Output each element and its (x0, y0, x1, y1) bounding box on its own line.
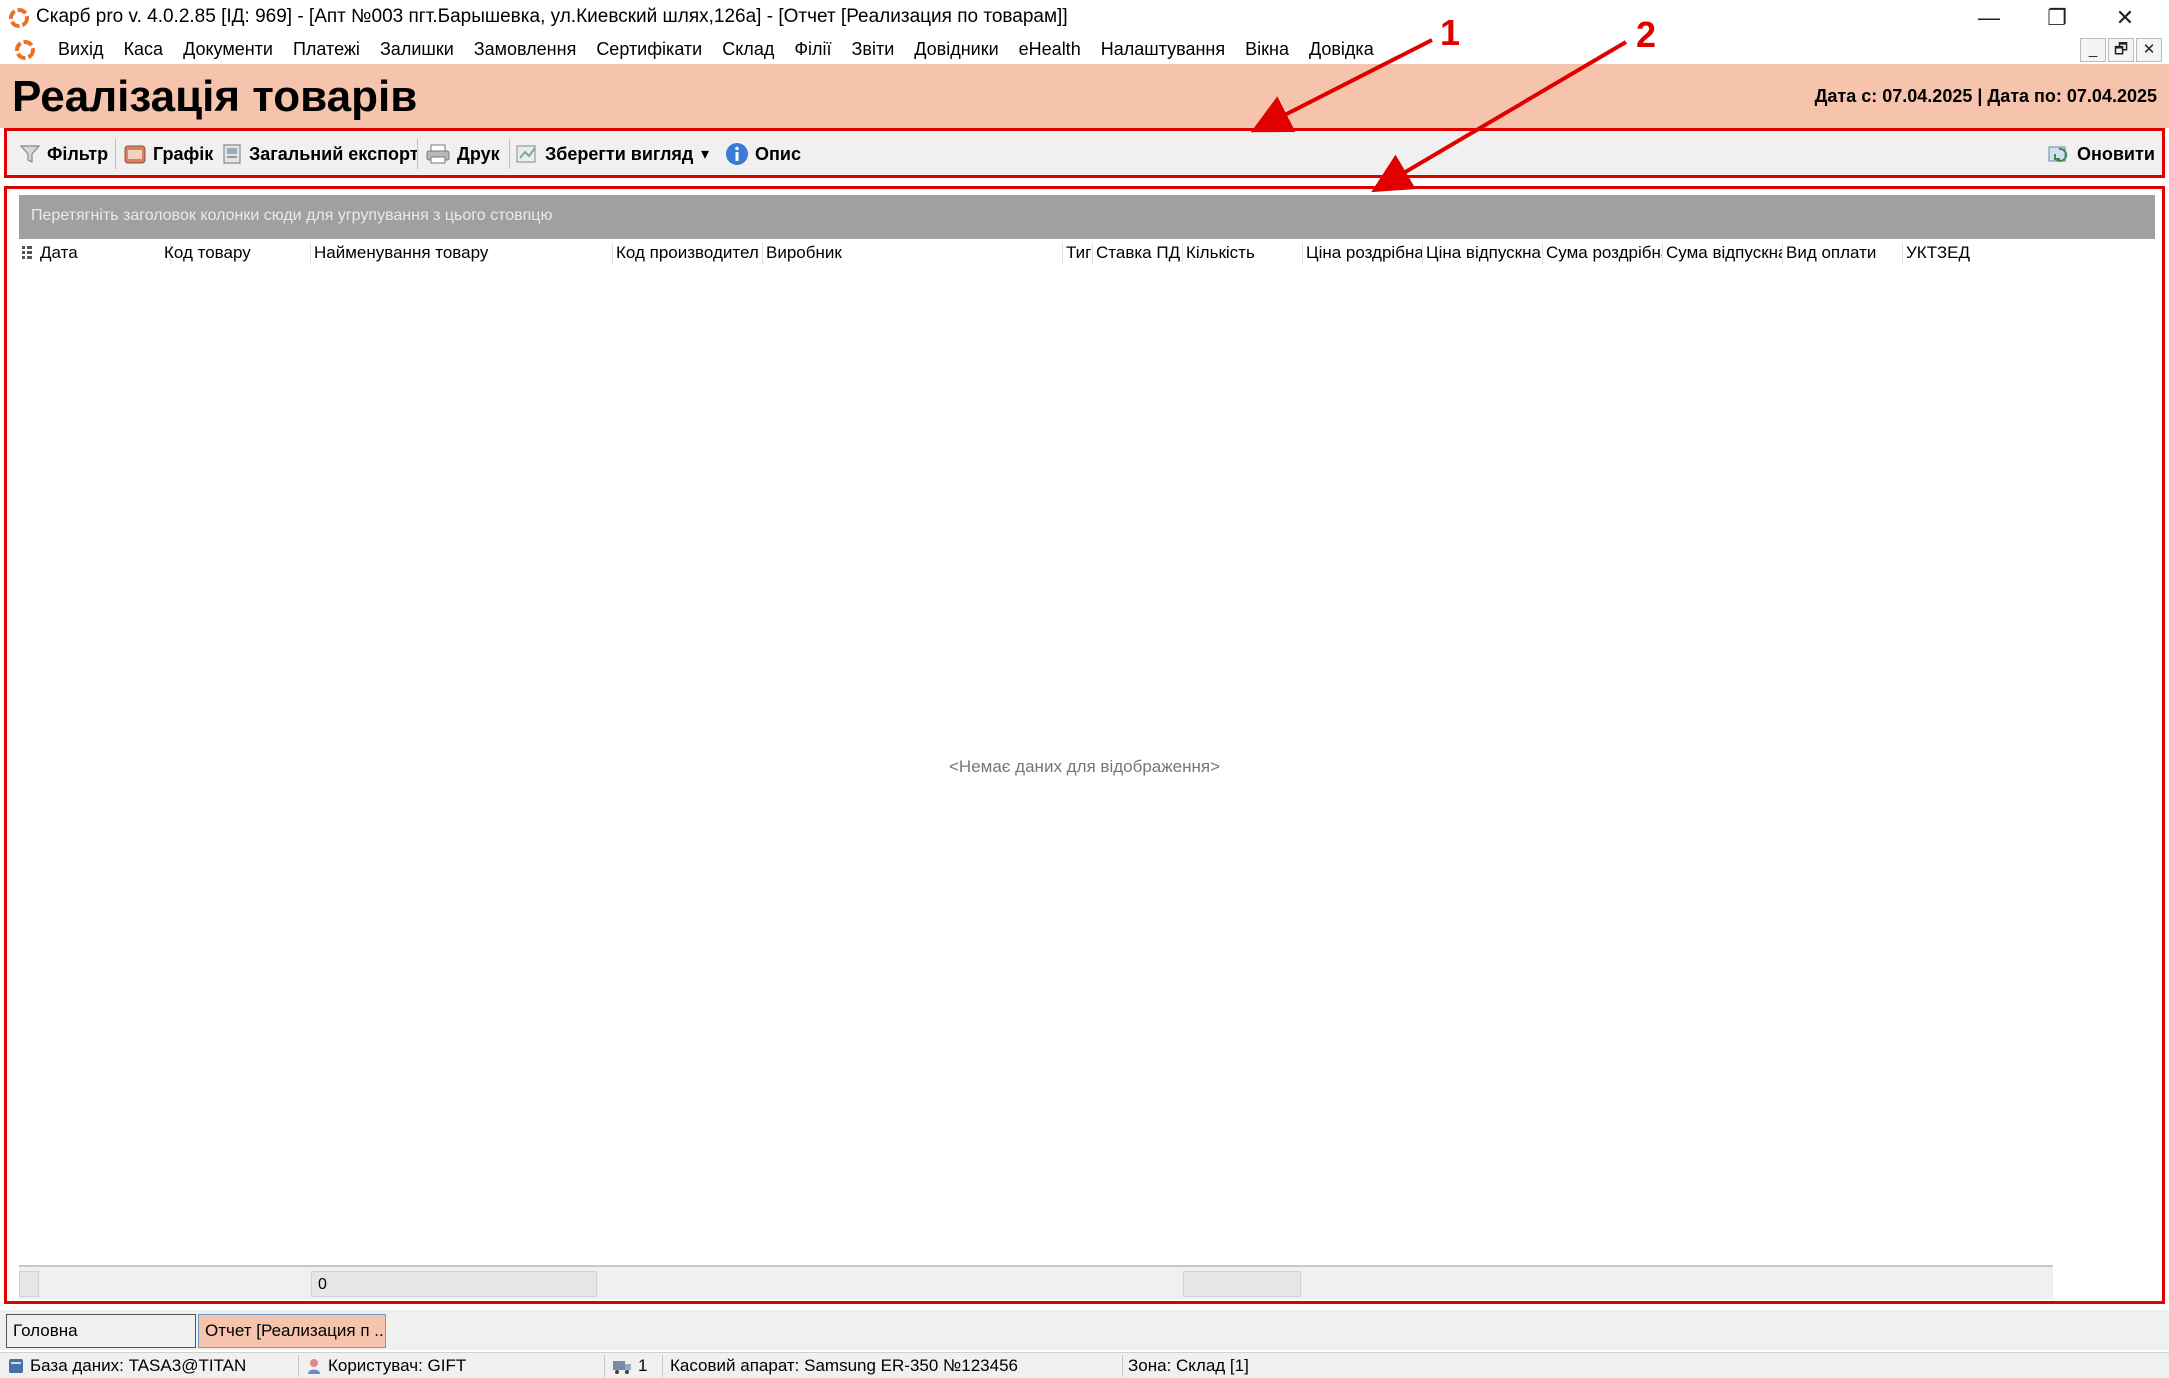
annotation-overlay (1250, 38, 1628, 193)
annotation-arrow-1 (1250, 38, 1433, 133)
annotation-arrow-2 (1371, 40, 1628, 193)
app-window: Скарб pro v. 4.0.2.85 [ІД: 969] - [Апт №… (0, 0, 2169, 1378)
annotation-label-1: 1 (1440, 12, 1461, 53)
annotation-label-2: 2 (1636, 14, 1657, 55)
